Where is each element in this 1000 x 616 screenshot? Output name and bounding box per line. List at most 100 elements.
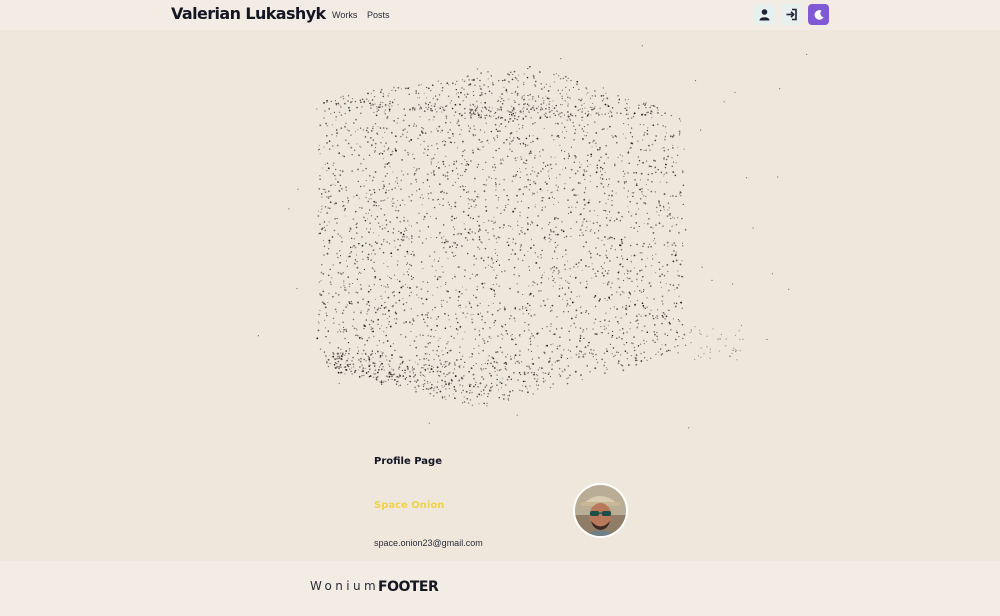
particle-dot xyxy=(603,328,606,331)
particle-dot xyxy=(554,281,556,284)
particle-dot xyxy=(387,95,389,97)
particle-dot xyxy=(524,380,526,382)
hero-3d-canvas[interactable] xyxy=(0,30,1000,450)
particle-dot xyxy=(471,109,473,111)
particle-dot xyxy=(362,258,364,260)
particle-dot xyxy=(345,328,347,331)
particle-dot xyxy=(547,171,549,173)
particle-dot xyxy=(394,89,397,92)
particle-dot xyxy=(647,246,650,248)
particle-dot xyxy=(492,365,494,368)
particle-dot xyxy=(655,224,657,226)
particle-dot xyxy=(399,375,401,377)
particle-dot xyxy=(521,97,523,99)
particle-dot xyxy=(372,249,374,252)
particle-dot xyxy=(528,293,531,296)
particle-dot xyxy=(633,112,636,115)
login-button[interactable] xyxy=(781,4,802,25)
particle-dot xyxy=(470,205,473,208)
particle-dot xyxy=(665,163,667,166)
particle-dot xyxy=(644,357,646,359)
particle-dot xyxy=(467,125,470,127)
particle-dot xyxy=(569,177,571,179)
particle-dot xyxy=(412,369,414,371)
particle-dot xyxy=(646,212,648,214)
particle-dot xyxy=(320,280,322,282)
particle-dot xyxy=(581,269,583,272)
particle-dot xyxy=(523,103,525,106)
particle-dot xyxy=(329,354,331,357)
particle-dot xyxy=(542,149,544,151)
particle-dot xyxy=(661,322,663,325)
particle-dot xyxy=(384,191,387,194)
particle-dot xyxy=(363,158,365,160)
particle-dot xyxy=(397,86,400,89)
footer-logo[interactable]: Wonium xyxy=(310,579,379,593)
particle-dot xyxy=(739,338,741,340)
nav-link-works[interactable]: Works xyxy=(332,10,357,20)
theme-toggle-button[interactable] xyxy=(808,4,829,25)
particle-dot xyxy=(452,241,455,244)
particle-dot xyxy=(533,171,536,173)
particle-dot xyxy=(610,286,612,289)
particle-dot xyxy=(478,138,481,141)
particle-dot xyxy=(556,189,559,192)
particle-dot xyxy=(333,162,335,164)
particle-dot xyxy=(387,197,389,199)
particle-dot xyxy=(477,193,479,195)
particle-dot xyxy=(359,99,362,101)
particle-dot xyxy=(349,252,351,255)
particle-dot xyxy=(608,281,610,283)
particle-dot xyxy=(466,312,468,315)
particle-dot xyxy=(355,118,357,121)
particle-dot xyxy=(340,348,342,350)
particle-dot xyxy=(374,142,377,145)
particle-dot xyxy=(566,80,568,82)
particle-dot xyxy=(625,341,628,344)
particle-dot xyxy=(553,138,555,141)
particle-dot xyxy=(391,188,393,191)
particle-dot xyxy=(652,240,655,242)
particle-dot xyxy=(525,115,527,118)
particle-dot xyxy=(540,254,542,256)
particle-dot xyxy=(682,184,685,187)
particle-dot xyxy=(332,173,334,175)
particle-dot xyxy=(540,290,542,292)
particle-dot xyxy=(482,168,484,170)
particle-dot xyxy=(355,291,358,294)
particle-dot xyxy=(652,124,655,127)
particle-dot xyxy=(327,301,329,304)
profile-button[interactable] xyxy=(754,4,775,25)
particle-dot xyxy=(493,234,495,236)
particle-dot xyxy=(647,179,649,181)
particle-dot xyxy=(491,259,493,261)
particle-dot xyxy=(542,102,545,104)
particle-dot xyxy=(536,224,539,227)
particle-dot xyxy=(326,362,328,364)
particle-dot xyxy=(454,181,457,184)
particle-dot xyxy=(444,165,446,168)
particle-dot xyxy=(680,275,683,278)
particle-dot xyxy=(594,90,596,92)
particle-dot xyxy=(549,241,551,243)
nav-link-posts[interactable]: Posts xyxy=(367,10,390,20)
particle-dot xyxy=(512,228,514,230)
particle-dot xyxy=(453,141,456,144)
particle-dot xyxy=(615,316,617,318)
particle-dot xyxy=(423,374,425,376)
particle-dot xyxy=(568,339,571,341)
particle-dot xyxy=(552,383,554,385)
particle-dot xyxy=(661,114,663,117)
particle-dot xyxy=(378,189,381,191)
particle-dot xyxy=(514,362,516,364)
particle-dot xyxy=(404,255,406,258)
particle-dot xyxy=(358,376,361,378)
particle-dot xyxy=(519,389,521,392)
particle-dot xyxy=(436,371,438,373)
particle-dot xyxy=(457,305,459,307)
particle-dot xyxy=(413,125,415,127)
particle-dot xyxy=(332,145,334,147)
site-brand[interactable]: Valerian Lukashyk xyxy=(171,4,326,23)
particle-dot xyxy=(457,333,459,335)
particle-dot xyxy=(604,297,606,300)
